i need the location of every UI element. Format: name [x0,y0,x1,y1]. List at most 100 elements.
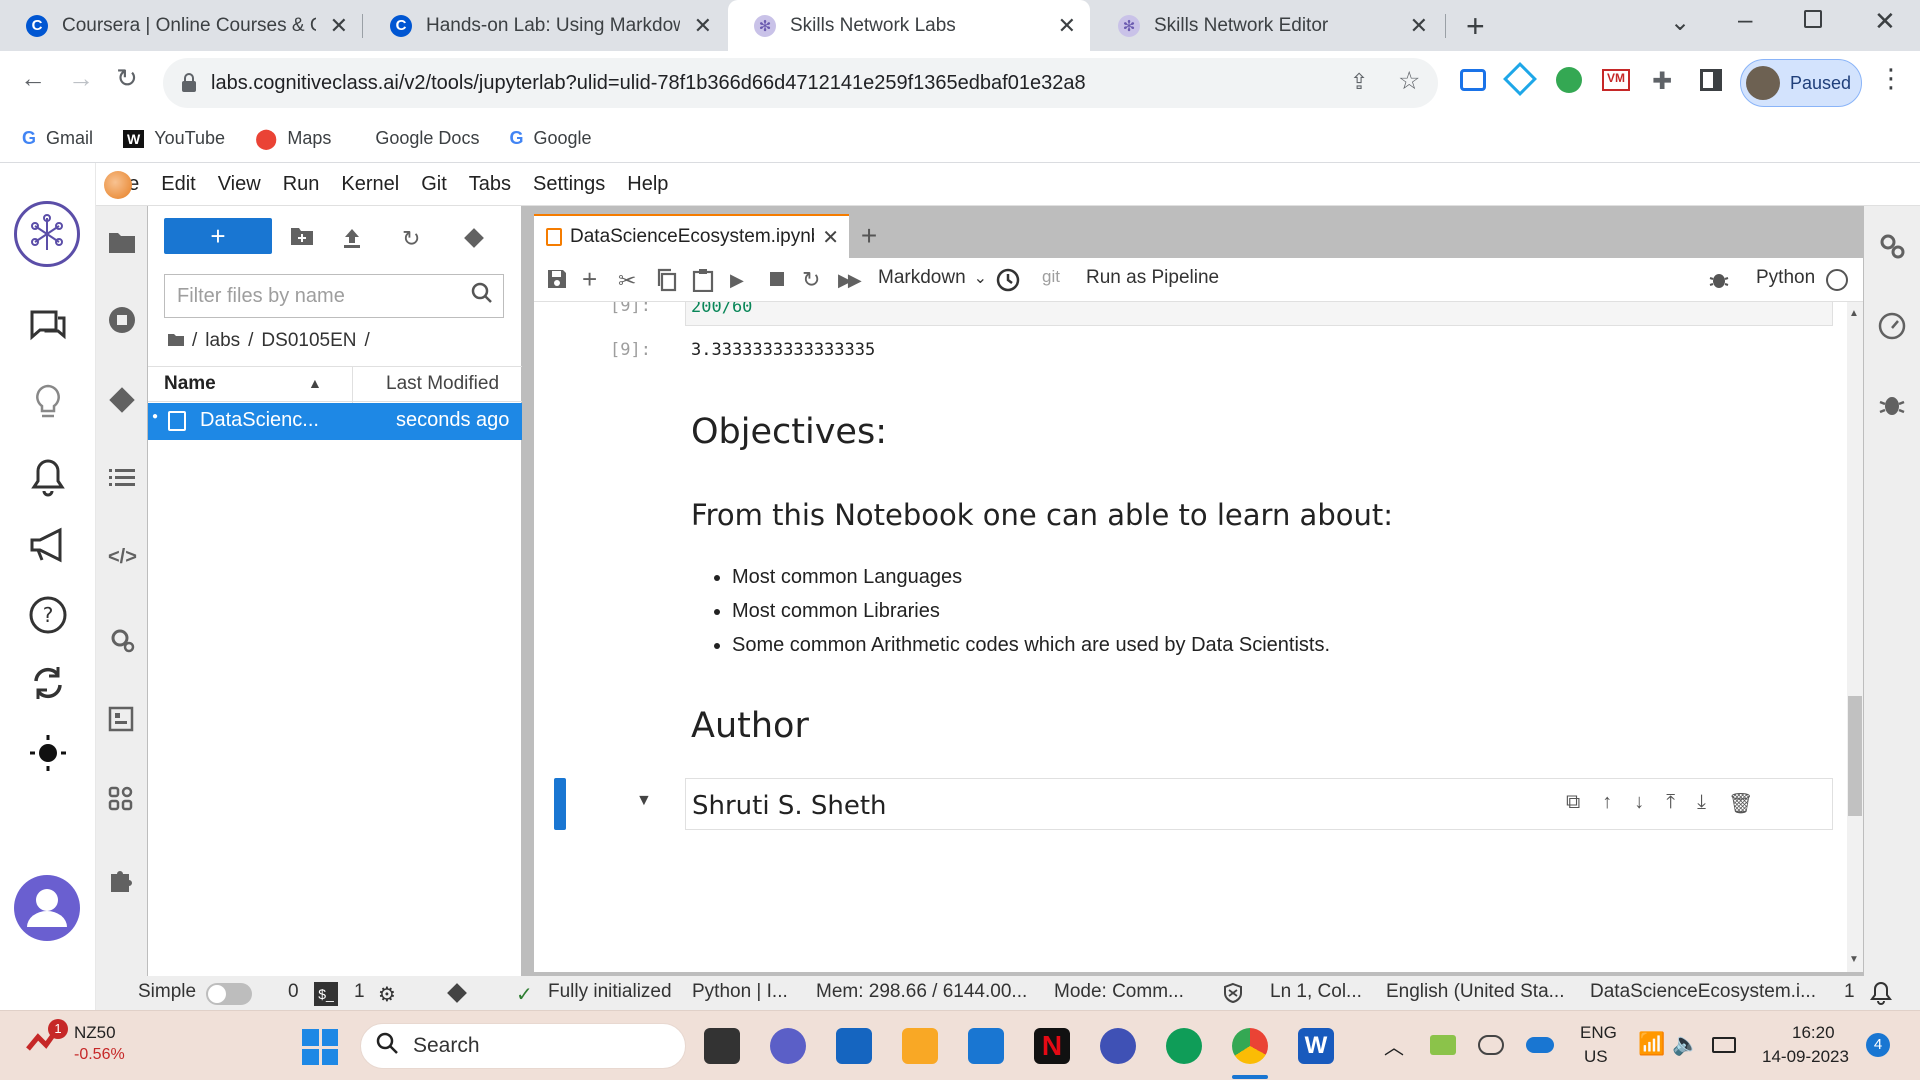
folder-icon[interactable] [108,230,136,258]
show-hidden-icons-chevron-icon[interactable]: ︿ [1384,1031,1404,1060]
restart-kernel-icon[interactable]: ↻ [802,268,826,292]
running-stop-icon[interactable] [108,306,136,334]
extensions-puzzle-icon[interactable]: ✚ [1652,67,1672,96]
table-of-contents-icon[interactable] [108,466,136,494]
move-up-arrow-icon[interactable]: ↑ [1602,791,1612,816]
netflix-icon[interactable]: N [1034,1028,1070,1064]
simple-mode-toggle[interactable] [206,983,252,1005]
volume-icon[interactable]: 🔈 [1672,1031,1699,1057]
folder-icon[interactable] [168,330,184,352]
puzzle-extension-icon[interactable] [108,866,136,894]
run-play-icon[interactable]: ▶ [730,268,754,292]
mail-icon[interactable] [968,1028,1004,1064]
bookmark-youtube[interactable]: W YouTube [123,128,225,149]
close-icon[interactable]: ✕ [1058,13,1076,39]
file-explorer-icon[interactable] [902,1028,938,1064]
edge-browser-icon[interactable] [1166,1028,1202,1064]
bookmark-gmail[interactable]: G Gmail [22,128,93,149]
new-tab-button[interactable]: + [1466,8,1485,45]
clock-history-icon[interactable] [996,268,1020,292]
stop-icon[interactable] [766,268,790,292]
bell-icon[interactable] [24,453,72,501]
debugger-bug-icon[interactable] [1708,268,1732,292]
cut-scissors-icon[interactable]: ✂ [618,268,642,293]
move-down-arrow-icon[interactable]: ↓ [1634,791,1644,816]
breadcrumb-ds0105en[interactable]: DS0105EN [261,330,356,352]
run-all-fast-forward-icon[interactable]: ▶▶ [838,268,862,292]
property-inspector-gears-icon[interactable] [1878,232,1906,266]
kernel-status[interactable]: Python | I... [692,981,788,1003]
refresh-icon[interactable]: ↻ [402,226,428,252]
new-tab-plus-button[interactable]: + [849,214,889,258]
resource-usage-gauge-icon[interactable] [1878,312,1906,346]
chat-icon[interactable] [24,303,72,351]
browser-tab-hands-on-lab[interactable]: C Hands-on Lab: Using Markdown ✕ [364,0,726,51]
scrollbar[interactable]: ▲ ▼ [1847,302,1863,972]
language-top[interactable]: ENG [1580,1023,1617,1043]
notification-center-badge[interactable]: 4 [1866,1033,1890,1057]
terminal-icon[interactable]: $_ [314,982,338,1006]
bookmark-star-icon[interactable]: ☆ [1398,66,1420,96]
address-bar[interactable]: labs.cognitiveclass.ai/v2/tools/jupyterl… [163,58,1438,108]
battery-icon[interactable] [1712,1037,1736,1053]
git-status-icon[interactable] [446,982,468,1010]
new-folder-icon[interactable] [290,226,316,252]
megaphone-icon[interactable] [24,521,72,569]
bookmark-maps[interactable]: ⬤ Maps [255,126,331,151]
share-icon[interactable]: ⇪ [1350,69,1368,95]
taskbar-search-box[interactable]: Search [360,1023,686,1069]
sort-ascending-icon[interactable]: ▲ [308,375,322,391]
chrome-menu-icon[interactable]: ⋮ [1878,63,1904,94]
copy-icon[interactable] [656,268,680,292]
run-as-pipeline-button[interactable]: Run as Pipeline [1086,267,1219,289]
theme-sun-icon[interactable] [24,729,72,777]
menu-git[interactable]: Git [410,173,458,196]
save-icon[interactable] [546,268,570,292]
tex-app-icon[interactable] [1100,1028,1136,1064]
grammar-extension-icon[interactable] [1556,67,1582,93]
vm-extension-icon[interactable]: VM [1602,69,1630,91]
tray-app-icon[interactable] [1430,1035,1456,1055]
scroll-down-arrow-icon[interactable]: ▼ [1849,954,1859,965]
menu-tabs[interactable]: Tabs [458,173,522,196]
insert-cell-plus-icon[interactable]: + [582,266,606,292]
breadcrumb-labs[interactable]: labs [205,330,240,352]
insert-above-icon[interactable]: ⤒ [1666,791,1675,816]
file-list-item[interactable]: ● DataScienc... seconds ago [148,403,522,440]
stocks-widget-icon[interactable]: 1 [26,1019,68,1063]
git-icon[interactable] [108,386,136,414]
code-snippets-icon[interactable]: </> [108,546,137,574]
wifi-icon[interactable]: 📶 [1638,1031,1665,1057]
close-icon[interactable]: ✕ [1410,13,1428,39]
menu-settings[interactable]: Settings [522,173,616,196]
chrome-icon[interactable] [1232,1028,1268,1064]
cell-type-dropdown[interactable]: Markdown ⌄ [878,267,987,289]
forward-arrow-icon[interactable]: → [68,65,94,91]
side-panel-icon[interactable] [1700,69,1722,91]
user-avatar-icon[interactable] [14,875,80,941]
microsoft-store-icon[interactable] [836,1028,872,1064]
upload-icon[interactable] [340,226,366,252]
cloud-sync-icon[interactable] [1478,1035,1504,1055]
git-clone-icon[interactable] [462,226,488,252]
close-icon[interactable]: ✕ [822,225,839,250]
close-window-button[interactable]: ✕ [1874,6,1896,37]
code-cell-input[interactable]: 200/60 [685,302,1833,326]
screen-capture-extension-icon[interactable] [1460,69,1486,91]
clock-time[interactable]: 16:20 [1792,1023,1835,1043]
paste-clipboard-icon[interactable] [692,268,716,293]
browser-tab-coursera[interactable]: C Coursera | Online Courses & Cre ✕ [0,0,362,51]
column-name-header[interactable]: Name [164,373,216,395]
scrollbar-thumb[interactable] [1848,696,1862,816]
collapse-caret-icon[interactable]: ▼ [636,792,652,810]
spellcheck-language[interactable]: English (United Sta... [1386,981,1564,1003]
profile-button[interactable]: Paused [1740,59,1862,107]
scroll-up-arrow-icon[interactable]: ▲ [1849,308,1859,319]
bookmark-google-docs[interactable]: Google Docs [375,128,479,149]
diamond-extension-icon[interactable] [1503,62,1537,96]
column-modified-header[interactable]: Last Modified [386,373,499,395]
menu-kernel[interactable]: Kernel [330,173,410,196]
kernel-name[interactable]: Python [1756,267,1815,289]
cursor-position[interactable]: Ln 1, Col... [1270,981,1362,1003]
restore-button[interactable] [1804,10,1822,28]
